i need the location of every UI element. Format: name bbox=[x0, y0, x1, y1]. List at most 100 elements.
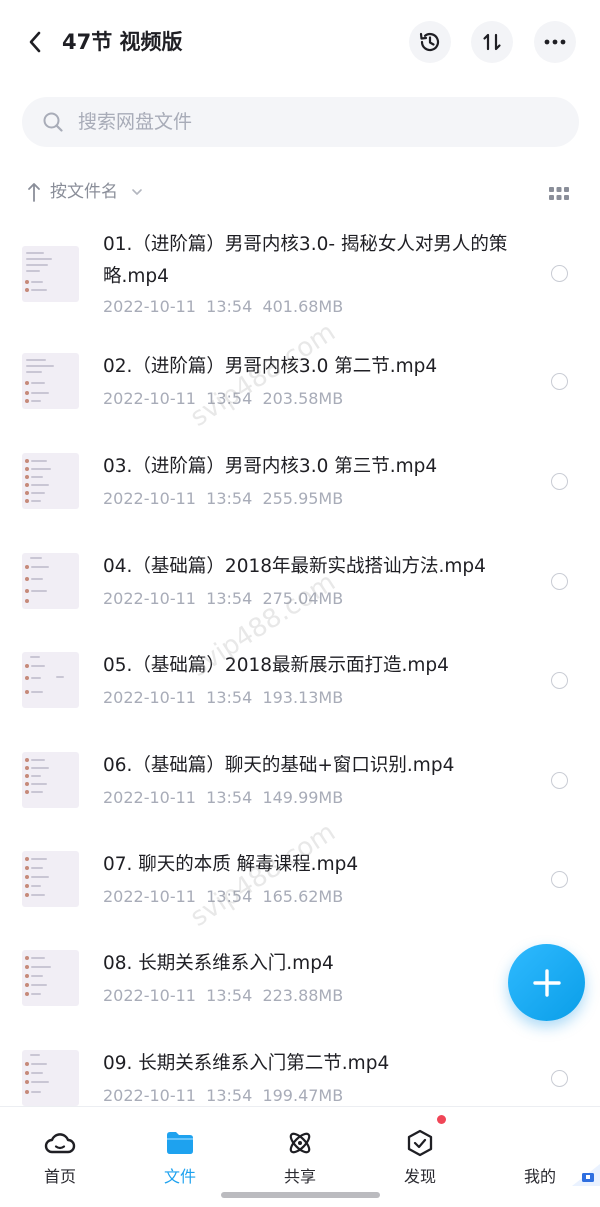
file-size: 223.88MB bbox=[262, 986, 344, 1005]
file-size: 275.04MB bbox=[262, 589, 344, 608]
list-item[interactable]: 06.（基础篇）聊天的基础+窗口识别.mp4 2022-10-11 13:54 … bbox=[0, 735, 600, 835]
video-thumbnail bbox=[22, 1050, 79, 1106]
file-date: 2022-10-11 bbox=[103, 389, 196, 408]
history-button[interactable] bbox=[409, 21, 451, 63]
sort-arrows-icon bbox=[483, 33, 501, 51]
file-time: 13:54 bbox=[206, 297, 253, 316]
tab-label: 文件 bbox=[163, 1167, 196, 1186]
file-size: 149.99MB bbox=[262, 788, 344, 807]
atom-share-icon bbox=[284, 1127, 316, 1159]
tab-label: 共享 bbox=[283, 1167, 316, 1186]
sort-bar[interactable]: 按文件名 bbox=[0, 172, 600, 214]
video-thumbnail bbox=[22, 553, 79, 609]
file-date: 2022-10-11 bbox=[103, 489, 196, 508]
video-thumbnail bbox=[22, 652, 79, 708]
file-name: 06.（基础篇）聊天的基础+窗口识别.mp4 bbox=[103, 755, 455, 776]
file-name: 08. 长期关系维系入门.mp4 bbox=[103, 953, 334, 974]
add-button[interactable] bbox=[508, 944, 585, 1021]
file-meta: 2022-10-11 13:54 165.62MB bbox=[103, 886, 343, 908]
file-name: 07. 聊天的本质 解毒课程.mp4 bbox=[103, 854, 359, 875]
file-size: 255.95MB bbox=[262, 489, 344, 508]
tab-files[interactable]: 文件 bbox=[120, 1107, 240, 1197]
file-time: 13:54 bbox=[206, 389, 253, 408]
file-meta: 2022-10-11 13:54 401.68MB bbox=[103, 296, 343, 318]
file-time: 13:54 bbox=[206, 788, 253, 807]
plus-icon bbox=[532, 968, 561, 997]
file-time: 13:54 bbox=[206, 589, 253, 608]
select-radio[interactable] bbox=[551, 265, 568, 282]
search-input[interactable] bbox=[78, 111, 498, 133]
file-size: 199.47MB bbox=[262, 1086, 344, 1105]
file-name: 04.（基础篇）2018年最新实战搭讪方法.mp4 bbox=[103, 556, 486, 577]
file-meta: 2022-10-11 13:54 255.95MB bbox=[103, 488, 343, 510]
file-name: 05.（基础篇）2018最新展示面打造.mp4 bbox=[103, 655, 449, 676]
tab-label: 首页 bbox=[43, 1167, 76, 1186]
file-name: 02.（进阶篇）男哥内核3.0 第二节.mp4 bbox=[103, 356, 438, 377]
file-meta: 2022-10-11 13:54 199.47MB bbox=[103, 1085, 343, 1107]
file-date: 2022-10-11 bbox=[103, 688, 196, 707]
tab-share[interactable]: 共享 bbox=[240, 1107, 360, 1197]
select-radio[interactable] bbox=[551, 871, 568, 888]
discover-box-icon bbox=[404, 1127, 436, 1159]
search-icon bbox=[42, 111, 64, 133]
back-button[interactable] bbox=[20, 24, 50, 60]
video-thumbnail bbox=[22, 950, 79, 1006]
video-thumbnail bbox=[22, 453, 79, 509]
file-size: 193.13MB bbox=[262, 688, 344, 707]
sort-toggle-button[interactable] bbox=[471, 21, 513, 63]
tab-discover[interactable]: 发现 bbox=[360, 1107, 480, 1197]
file-meta: 2022-10-11 13:54 275.04MB bbox=[103, 588, 343, 610]
file-date: 2022-10-11 bbox=[103, 986, 196, 1005]
more-dots-icon bbox=[544, 39, 566, 45]
file-meta: 2022-10-11 13:54 149.99MB bbox=[103, 787, 343, 809]
file-size: 203.58MB bbox=[262, 389, 344, 408]
file-date: 2022-10-11 bbox=[103, 297, 196, 316]
folder-icon bbox=[164, 1127, 196, 1159]
file-date: 2022-10-11 bbox=[103, 589, 196, 608]
list-item[interactable]: 07. 聊天的本质 解毒课程.mp4 2022-10-11 13:54 165.… bbox=[0, 834, 600, 934]
grid-icon[interactable] bbox=[548, 186, 570, 202]
tab-label: 发现 bbox=[403, 1167, 436, 1186]
video-thumbnail bbox=[22, 353, 79, 409]
file-meta: 2022-10-11 13:54 193.13MB bbox=[103, 687, 343, 709]
sort-label[interactable]: 按文件名 bbox=[50, 180, 118, 204]
select-radio[interactable] bbox=[551, 373, 568, 390]
file-meta: 2022-10-11 13:54 223.88MB bbox=[103, 985, 343, 1007]
list-item[interactable]: 01.（进阶篇）男哥内核3.0- 揭秘女人对男人的策略.mp4 2022-10-… bbox=[0, 220, 600, 320]
video-thumbnail bbox=[22, 752, 79, 808]
select-radio[interactable] bbox=[551, 1070, 568, 1087]
notification-dot bbox=[437, 1115, 446, 1124]
file-time: 13:54 bbox=[206, 688, 253, 707]
list-item[interactable]: 03.（进阶篇）男哥内核3.0 第三节.mp4 2022-10-11 13:54… bbox=[0, 436, 600, 536]
select-radio[interactable] bbox=[551, 772, 568, 789]
select-radio[interactable] bbox=[551, 473, 568, 490]
list-item[interactable]: 05.（基础篇）2018最新展示面打造.mp4 2022-10-11 13:54… bbox=[0, 636, 600, 736]
chevron-down-icon bbox=[132, 189, 142, 195]
file-name: 09. 长期关系维系入门第二节.mp4 bbox=[103, 1053, 390, 1074]
header: 47节 视频版 bbox=[0, 0, 600, 86]
tab-home[interactable]: 首页 bbox=[0, 1107, 120, 1197]
file-date: 2022-10-11 bbox=[103, 887, 196, 906]
chevron-left-icon bbox=[29, 31, 41, 53]
home-indicator bbox=[221, 1192, 380, 1198]
search-bar[interactable] bbox=[22, 97, 579, 147]
profile-icon bbox=[572, 1164, 600, 1186]
list-item[interactable]: 02.（进阶篇）男哥内核3.0 第二节.mp4 2022-10-11 13:54… bbox=[0, 336, 600, 436]
history-icon bbox=[419, 32, 440, 52]
file-time: 13:54 bbox=[206, 887, 253, 906]
file-time: 13:54 bbox=[206, 986, 253, 1005]
list-item[interactable]: 04.（基础篇）2018年最新实战搭讪方法.mp4 2022-10-11 13:… bbox=[0, 536, 600, 636]
select-radio[interactable] bbox=[551, 573, 568, 590]
cloud-home-icon bbox=[44, 1127, 76, 1159]
file-date: 2022-10-11 bbox=[103, 788, 196, 807]
file-time: 13:54 bbox=[206, 1086, 253, 1105]
page-title: 47节 视频版 bbox=[62, 30, 183, 54]
file-size: 401.68MB bbox=[262, 297, 344, 316]
file-date: 2022-10-11 bbox=[103, 1086, 196, 1105]
file-meta: 2022-10-11 13:54 203.58MB bbox=[103, 388, 343, 410]
file-name: 03.（进阶篇）男哥内核3.0 第三节.mp4 bbox=[103, 456, 438, 477]
file-name: 01.（进阶篇）男哥内核3.0- 揭秘女人对男人的策略.mp4 bbox=[103, 234, 508, 287]
video-thumbnail bbox=[22, 246, 79, 302]
select-radio[interactable] bbox=[551, 672, 568, 689]
more-button[interactable] bbox=[534, 21, 576, 63]
